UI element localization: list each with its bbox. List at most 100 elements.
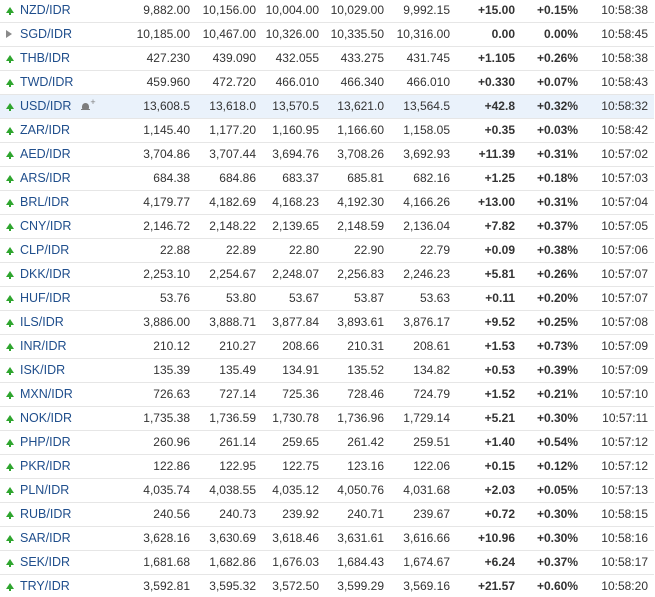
change-cell: +0.72: [456, 502, 521, 527]
pair-link[interactable]: HUF/IDR: [20, 291, 71, 305]
pair-link[interactable]: ISK/IDR: [20, 363, 65, 377]
trend-indicator-cell: [0, 166, 20, 191]
up-arrow-icon: [6, 247, 14, 255]
change-cell: +1.105: [456, 46, 521, 71]
pair-link[interactable]: SEK/IDR: [20, 555, 70, 569]
pair-link[interactable]: ILS/IDR: [20, 315, 64, 329]
pair-link[interactable]: NOK/IDR: [20, 411, 72, 425]
pair-link[interactable]: TWD/IDR: [20, 75, 73, 89]
pair-link[interactable]: AED/IDR: [20, 147, 71, 161]
prev-close-cell: 53.63: [390, 286, 456, 311]
change-percent-cell: +0.07%: [521, 70, 584, 95]
high-price-cell: 683.37: [262, 166, 325, 191]
pair-name-cell: HUF/IDR: [20, 286, 116, 311]
up-arrow-icon: [6, 103, 14, 111]
pair-link[interactable]: DKK/IDR: [20, 267, 71, 281]
pair-link[interactable]: PHP/IDR: [20, 435, 71, 449]
up-arrow-icon: [6, 6, 14, 15]
high-price-cell: 22.80: [262, 238, 325, 263]
pair-link[interactable]: MXN/IDR: [20, 387, 73, 401]
pair-link[interactable]: NZD/IDR: [20, 3, 71, 17]
last-price-cell: 1,145.40: [116, 118, 196, 143]
pair-link[interactable]: PLN/IDR: [20, 483, 69, 497]
up-arrow-icon: [6, 439, 14, 447]
table-row: SAR/IDR 3,628.16 3,630.69 3,618.46 3,631.61 3…: [0, 526, 654, 551]
prev-close-cell: 2,136.04: [390, 214, 456, 239]
high-price-cell: 1,730.78: [262, 406, 325, 431]
open-price-cell: 22.89: [196, 238, 262, 263]
pair-name-cell: SGD/IDR: [20, 22, 116, 47]
prev-close-cell: 1,674.67: [390, 550, 456, 575]
low-price-cell: 123.16: [325, 454, 390, 479]
change-cell: +21.57: [456, 574, 521, 597]
trend-indicator-cell: [0, 22, 20, 47]
trend-indicator-cell: [0, 382, 20, 407]
pair-name-cell: USD/IDR +: [20, 94, 116, 119]
change-percent-cell: +0.30%: [521, 526, 584, 551]
prev-close-cell: 3,616.66: [390, 526, 456, 551]
low-price-cell: 3,708.26: [325, 142, 390, 167]
high-price-cell: 1,160.95: [262, 118, 325, 143]
change-cell: +1.53: [456, 334, 521, 359]
pair-link[interactable]: SGD/IDR: [20, 27, 72, 41]
pair-link[interactable]: BRL/IDR: [20, 195, 69, 209]
last-price-cell: 3,704.86: [116, 142, 196, 167]
pair-link[interactable]: INR/IDR: [20, 339, 67, 353]
high-price-cell: 3,618.46: [262, 526, 325, 551]
low-price-cell: 3,893.61: [325, 310, 390, 335]
time-cell: 10:57:11: [584, 406, 654, 431]
pair-link[interactable]: CLP/IDR: [20, 243, 69, 257]
low-price-cell: 53.87: [325, 286, 390, 311]
last-price-cell: 2,253.10: [116, 262, 196, 287]
low-price-cell: 1,736.96: [325, 406, 390, 431]
pair-link[interactable]: RUB/IDR: [20, 507, 71, 521]
pair-link[interactable]: USD/IDR: [20, 99, 71, 113]
pair-link[interactable]: ARS/IDR: [20, 171, 71, 185]
pair-link[interactable]: PKR/IDR: [20, 459, 71, 473]
up-arrow-icon: [6, 367, 14, 375]
prev-close-cell: 9,992.15: [390, 0, 456, 23]
change-cell: +0.53: [456, 358, 521, 383]
prev-close-cell: 10,316.00: [390, 22, 456, 47]
change-cell: +9.52: [456, 310, 521, 335]
table-row: CNY/IDR 2,146.72 2,148.22 2,139.65 2,148.59 2…: [0, 214, 654, 239]
last-price-cell: 1,735.38: [116, 406, 196, 431]
open-price-cell: 1,736.59: [196, 406, 262, 431]
time-cell: 10:58:32: [584, 94, 654, 119]
pair-link[interactable]: THB/IDR: [20, 51, 70, 65]
change-percent-cell: +0.39%: [521, 358, 584, 383]
time-cell: 10:58:45: [584, 22, 654, 47]
change-percent-cell: +0.05%: [521, 478, 584, 503]
pair-link[interactable]: SAR/IDR: [20, 531, 71, 545]
change-percent-cell: +0.18%: [521, 166, 584, 191]
change-cell: +11.39: [456, 142, 521, 167]
pair-link[interactable]: CNY/IDR: [20, 219, 71, 233]
table-row: MXN/IDR 726.63 727.14 725.36 728.46 724.79 +1.…: [0, 382, 654, 407]
up-arrow-icon: [6, 295, 14, 303]
trend-indicator-cell: [0, 214, 20, 239]
last-price-cell: 9,882.00: [116, 0, 196, 23]
prev-close-cell: 3,569.16: [390, 574, 456, 597]
trend-indicator-cell: [0, 190, 20, 215]
prev-close-cell: 1,158.05: [390, 118, 456, 143]
pair-link[interactable]: TRY/IDR: [20, 579, 70, 593]
table-row: SEK/IDR 1,681.68 1,682.86 1,676.03 1,684.43 1…: [0, 550, 654, 575]
open-price-cell: 2,148.22: [196, 214, 262, 239]
table-row: TRY/IDR 3,592.81 3,595.32 3,572.50 3,599.29 3…: [0, 574, 654, 597]
trend-indicator-cell: [0, 238, 20, 263]
low-price-cell: 433.275: [325, 46, 390, 71]
change-percent-cell: +0.60%: [521, 574, 584, 597]
change-percent-cell: +0.12%: [521, 454, 584, 479]
low-price-cell: 240.71: [325, 502, 390, 527]
last-price-cell: 13,608.5: [116, 94, 196, 119]
time-cell: 10:57:07: [584, 262, 654, 287]
trend-indicator-cell: [0, 262, 20, 287]
change-cell: +7.82: [456, 214, 521, 239]
time-cell: 10:58:15: [584, 502, 654, 527]
pair-link[interactable]: ZAR/IDR: [20, 123, 70, 137]
open-price-cell: 210.27: [196, 334, 262, 359]
open-price-cell: 3,707.44: [196, 142, 262, 167]
table-row: PHP/IDR 260.96 261.14 259.65 261.42 259.51 +1.…: [0, 430, 654, 455]
high-price-cell: 53.67: [262, 286, 325, 311]
add-alert-bell-icon[interactable]: +: [81, 97, 96, 112]
